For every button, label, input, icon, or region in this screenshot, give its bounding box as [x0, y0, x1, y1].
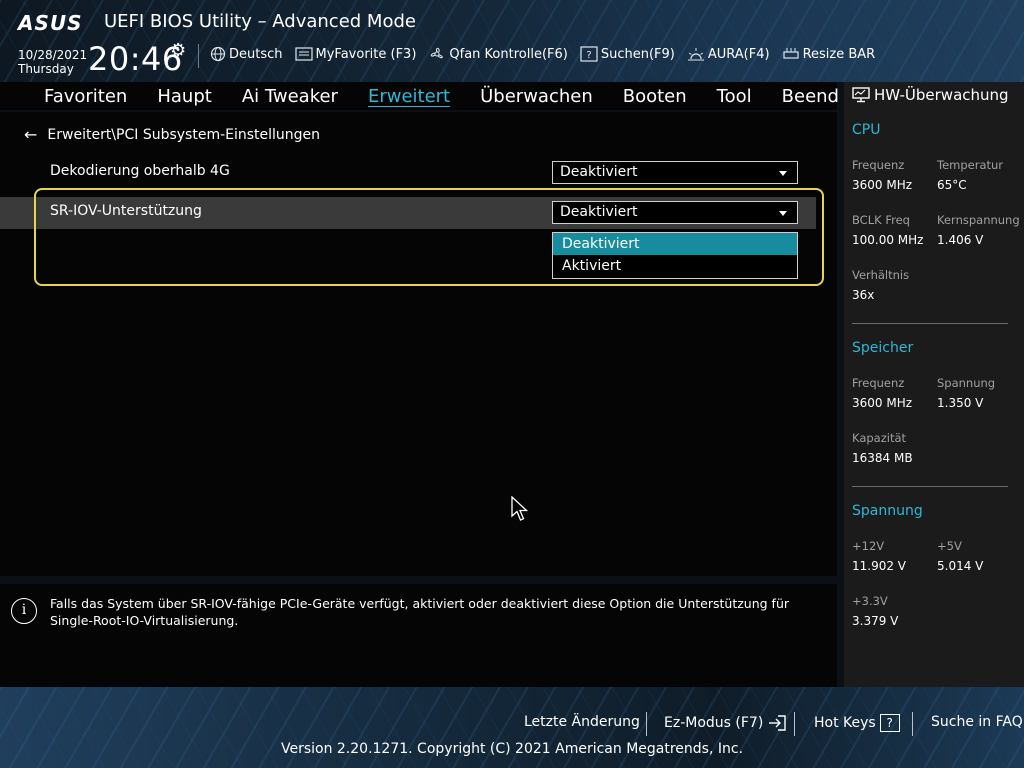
main-tab-bar: Favoriten Haupt Ai Tweaker Erweitert Übe… [0, 82, 839, 110]
hw-5v-label: +5V [937, 539, 962, 553]
date-block: 10/28/2021 Thursday [18, 48, 87, 76]
language-label: Deutsch [229, 46, 283, 62]
aura-button[interactable]: AURA(F4) [687, 46, 770, 62]
resize-bar-icon [782, 48, 799, 59]
ez-mode-label: Ez-Modus (F7) [664, 715, 764, 731]
hw-mem-cap: 16384 MB [852, 451, 913, 465]
aura-label: AURA(F4) [707, 46, 770, 62]
hw-cpu-freq-label: Frequenz [852, 158, 905, 172]
fan-icon [431, 47, 444, 59]
hw-divider [852, 323, 1008, 324]
last-change-label: Letzte Änderung [524, 714, 640, 730]
asus-logo: ASUS [18, 11, 83, 35]
monitor-icon [852, 87, 870, 103]
above-4g-decoding-value: Deaktiviert [560, 164, 638, 180]
chevron-down-icon [779, 171, 787, 176]
toolbar: Deutsch MyFavorite (F3) Qfan Kontrolle(F… [210, 46, 875, 62]
resize-bar-label: Resize BAR [802, 46, 876, 62]
header-divider [198, 44, 199, 68]
hw-monitor-title-text: HW-Überwachung [874, 86, 1009, 104]
svg-text:?: ? [586, 50, 591, 61]
hw-bclk-label: BCLK Freq [852, 213, 910, 227]
mouse-pointer-icon [511, 496, 529, 521]
above-4g-decoding-select[interactable]: Deaktiviert [552, 161, 798, 184]
search-label: Suchen(F9) [600, 46, 675, 62]
help-text: Falls das System über SR-IOV-fähige PCIe… [50, 595, 810, 629]
hw-5v: 5.014 V [937, 559, 984, 573]
help-key-icon: ? [879, 714, 900, 732]
tab-erweitert[interactable]: Erweitert [368, 86, 450, 107]
tab-favoriten[interactable]: Favoriten [44, 86, 127, 107]
hw-12v-label: +12V [852, 539, 885, 553]
hw-12v: 11.902 V [852, 559, 907, 573]
back-arrow-icon[interactable]: ← [24, 125, 37, 144]
last-change-button[interactable]: Letzte Änderung [524, 714, 640, 730]
hot-keys-button[interactable]: Hot Keys ? [814, 714, 900, 732]
faq-search-label: Suche in FAQ [931, 714, 1023, 730]
exit-arrow-icon [769, 715, 786, 731]
globe-icon [210, 46, 226, 62]
qfan-button[interactable]: Qfan Kontrolle(F6) [428, 46, 568, 62]
help-line-1: Falls das System über SR-IOV-fähige PCIe… [50, 596, 790, 611]
hw-ratio: 36x [852, 288, 875, 302]
focus-frame [34, 188, 824, 286]
hw-cpu-temp: 65°C [937, 178, 967, 192]
footer-divider [646, 712, 647, 736]
hw-core-voltage-label: Kernspannung [937, 213, 1020, 227]
hot-keys-label: Hot Keys [814, 715, 876, 731]
hw-mem-volt: 1.350 V [937, 396, 984, 410]
favorite-list-icon [294, 47, 313, 61]
breadcrumb: ← Erweitert\PCI Subsystem-Einstellungen [24, 125, 320, 144]
resize-bar-button[interactable]: Resize BAR [782, 46, 876, 62]
tab-beend[interactable]: Beend [782, 86, 839, 107]
hw-monitor-panel: HW-Überwachung CPU Frequenz Temperatur 3… [844, 82, 1024, 687]
hw-bclk: 100.00 MHz [852, 233, 924, 247]
hw-cpu-heading: CPU [852, 122, 881, 138]
tab-tool[interactable]: Tool [717, 86, 752, 107]
help-panel: i Falls das System über SR-IOV-fähige PC… [0, 584, 837, 687]
search-button[interactable]: ? Suchen(F9) [580, 46, 675, 62]
footer-divider [912, 712, 913, 736]
hw-ratio-label: Verhältnis [852, 268, 910, 282]
myfavorite-button[interactable]: MyFavorite (F3) [294, 46, 417, 62]
hw-mem-freq: 3600 MHz [852, 396, 913, 410]
gear-icon[interactable]: ⚙ [170, 40, 186, 61]
copyright: Version 2.20.1271. Copyright (C) 2021 Am… [280, 741, 744, 757]
language-button[interactable]: Deutsch [210, 46, 283, 62]
hw-core-voltage: 1.406 V [937, 233, 984, 247]
qfan-label: Qfan Kontrolle(F6) [449, 46, 568, 62]
footer-links: Letzte Änderung Ez-Modus (F7) Hot Keys ?… [0, 712, 1024, 736]
tab-haupt[interactable]: Haupt [157, 86, 211, 107]
info-icon: i [11, 598, 37, 624]
hw-mem-freq-label: Frequenz [852, 376, 905, 390]
hw-mem-cap-label: Kapazität [852, 431, 907, 445]
date-text: 10/28/2021 [18, 48, 88, 62]
tab-ai-tweaker[interactable]: Ai Tweaker [242, 86, 338, 107]
hw-cpu-temp-label: Temperatur [937, 158, 1004, 172]
ez-mode-button[interactable]: Ez-Modus (F7) [664, 714, 787, 732]
help-line-2: Single-Root-IO-Virtualisierung. [50, 613, 239, 628]
hw-voltage-heading: Spannung [852, 503, 923, 519]
hw-3v3: 3.379 V [852, 614, 899, 628]
hw-cpu-freq: 3600 MHz [852, 178, 913, 192]
settings-panel: ← Erweitert\PCI Subsystem-Einstellungen … [0, 112, 837, 576]
tab-booten[interactable]: Booten [623, 86, 687, 107]
breadcrumb-path: Erweitert\PCI Subsystem-Einstellungen [47, 126, 321, 143]
hw-memory-heading: Speicher [852, 340, 914, 356]
hw-3v3-label: +3.3V [852, 594, 888, 608]
tab-ueberwachen[interactable]: Überwachen [480, 86, 593, 107]
day-text: Thursday [18, 62, 74, 76]
footer-divider [794, 712, 795, 736]
myfavorite-label: MyFavorite (F3) [315, 46, 417, 62]
setting-label-above-4g-decoding: Dekodierung oberhalb 4G [50, 163, 230, 179]
hw-divider [852, 486, 1008, 487]
app-title: UEFI BIOS Utility – Advanced Mode [104, 11, 416, 32]
clock: 20:46 [88, 40, 183, 78]
hw-monitor-title: HW-Überwachung [852, 86, 1009, 104]
hw-mem-volt-label: Spannung [937, 376, 996, 390]
faq-search-button[interactable]: Suche in FAQ [931, 714, 1023, 730]
aura-light-icon [687, 48, 704, 61]
search-help-icon: ? [580, 46, 598, 62]
